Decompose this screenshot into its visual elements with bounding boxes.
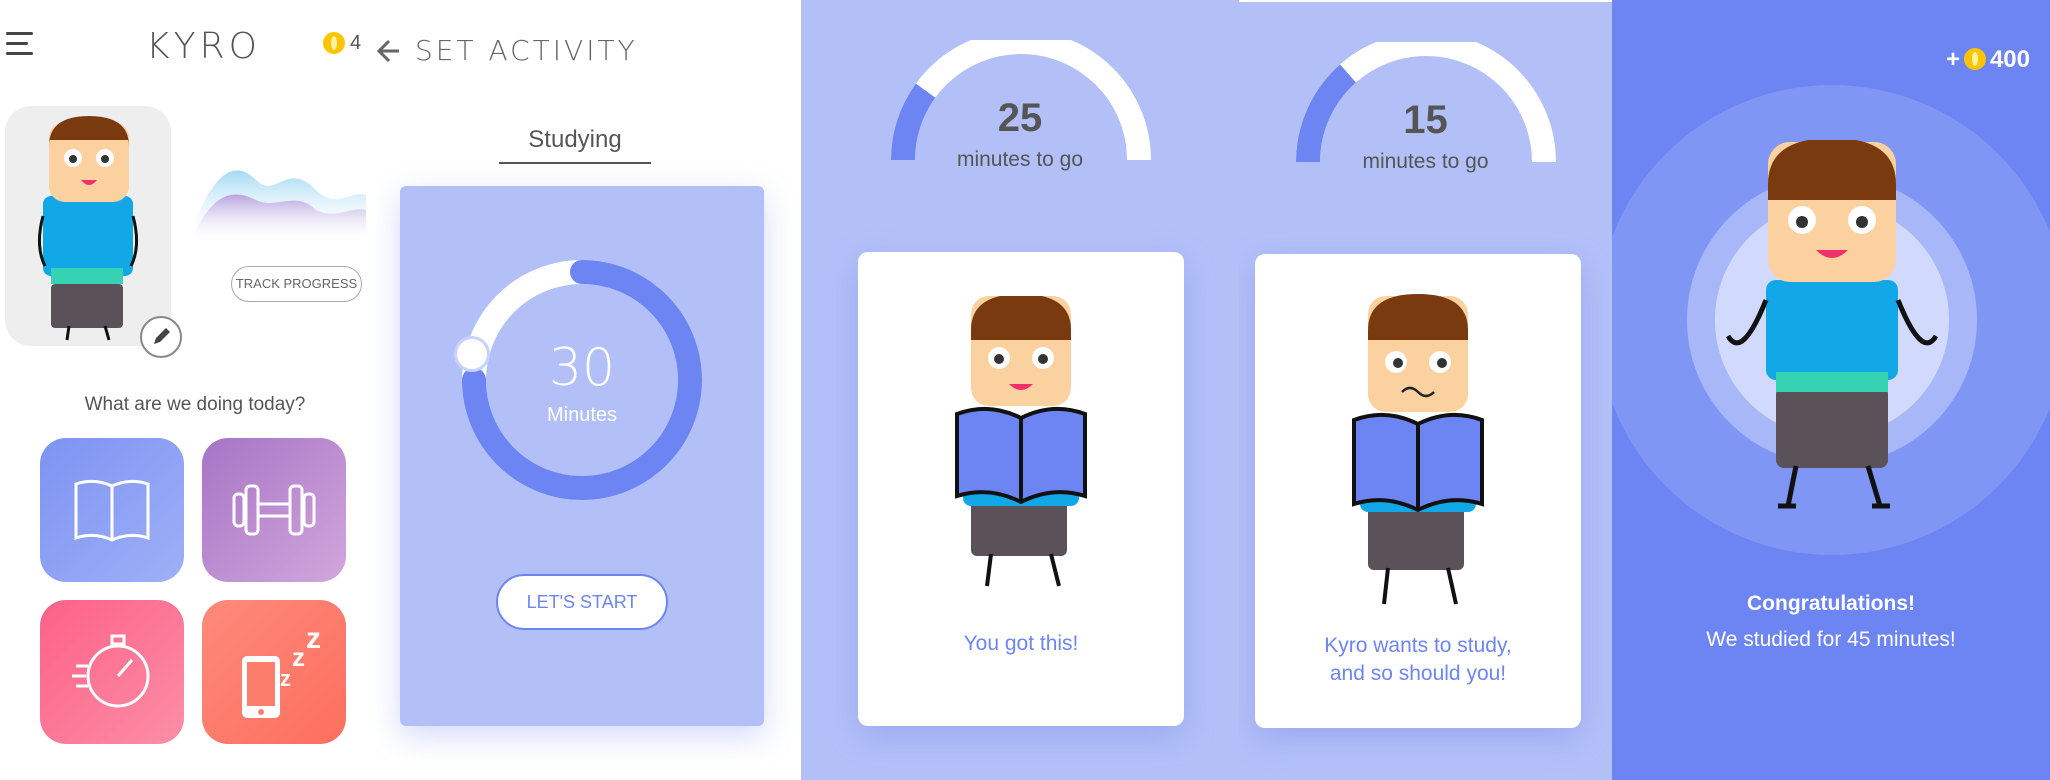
menu-icon[interactable] bbox=[0, 30, 40, 56]
activity-sleep-button[interactable]: z z z bbox=[202, 600, 346, 744]
progress-chart-thumbnail[interactable] bbox=[196, 150, 366, 242]
coin-count: 4 bbox=[350, 32, 362, 54]
svg-text:z: z bbox=[292, 642, 305, 672]
congratulations-screen: +400 Congratulations! We studied for 45 … bbox=[1612, 0, 2050, 780]
congrats-title: Congratulations! bbox=[1747, 592, 1915, 615]
app-title: KYRO bbox=[146, 26, 261, 67]
back-arrow-icon[interactable] bbox=[375, 36, 411, 66]
timer-card: 30 Minutes LET'S START bbox=[400, 186, 764, 726]
encouragement-message: You got this! bbox=[963, 632, 1079, 655]
set-activity-screen: SET ACTIVITY Studying 30 Minutes LET'S S… bbox=[375, 0, 801, 780]
dumbbell-icon bbox=[232, 484, 316, 536]
home-screen: KYRO 4 TRACK PROGRESS What are we doing … bbox=[0, 0, 375, 780]
book-icon bbox=[74, 479, 150, 542]
minutes-remaining: 15 bbox=[1403, 98, 1448, 142]
encouragement-message-line2: and so should you! bbox=[1329, 662, 1507, 685]
activity-timer-button[interactable] bbox=[40, 600, 184, 744]
coin-icon bbox=[323, 32, 345, 54]
lets-start-button[interactable]: LET'S START bbox=[496, 574, 668, 630]
kyro-avatar bbox=[38, 116, 138, 341]
congrats-subtitle: We studied for 45 minutes! bbox=[1706, 628, 1956, 651]
encouragement-message-line1: Kyro wants to study, bbox=[1324, 634, 1512, 657]
pencil-icon bbox=[154, 328, 170, 344]
kyro-reading-unhappy-illustration bbox=[1352, 294, 1484, 605]
tab-studying[interactable]: Studying bbox=[499, 126, 651, 164]
stopwatch-icon bbox=[72, 634, 150, 708]
svg-text:z: z bbox=[280, 666, 291, 691]
timer-value: 30 bbox=[548, 338, 616, 398]
timer-unit: Minutes bbox=[546, 404, 618, 426]
phone-sleep-icon: z z z bbox=[242, 622, 321, 718]
edit-avatar-button[interactable] bbox=[140, 316, 182, 358]
progress-screen-1: 25 minutes to go You got this! bbox=[801, 0, 1239, 780]
avatar-card[interactable] bbox=[5, 106, 171, 346]
progress-screen-2: 15 minutes to go Kyro wants to study, an… bbox=[1239, 0, 1612, 780]
track-progress-button[interactable]: TRACK PROGRESS bbox=[231, 266, 362, 302]
encouragement-card: Kyro wants to study, and so should you! bbox=[1255, 254, 1581, 728]
activity-exercise-button[interactable] bbox=[202, 438, 346, 582]
minutes-remaining: 25 bbox=[997, 96, 1043, 140]
screen-title: SET ACTIVITY bbox=[415, 34, 638, 67]
kyro-reading-illustration bbox=[955, 296, 1087, 587]
minutes-label: minutes to go bbox=[1362, 150, 1489, 173]
kyro-happy-illustration bbox=[1725, 140, 1939, 509]
activity-prompt: What are we doing today? bbox=[84, 394, 306, 415]
encouragement-card: You got this! bbox=[858, 252, 1184, 726]
minutes-label: minutes to go bbox=[956, 148, 1084, 171]
svg-text:z: z bbox=[306, 622, 321, 655]
activity-study-button[interactable] bbox=[40, 438, 184, 582]
